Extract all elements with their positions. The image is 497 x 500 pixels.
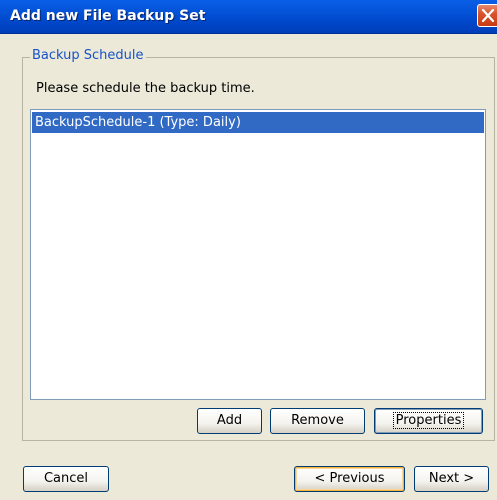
close-button[interactable] bbox=[477, 4, 497, 27]
remove-button[interactable]: Remove bbox=[270, 408, 365, 434]
previous-button[interactable]: < Previous bbox=[294, 466, 405, 492]
next-button-label: Next > bbox=[428, 471, 475, 486]
add-button-label: Add bbox=[216, 413, 243, 428]
properties-button-label: Properties bbox=[392, 412, 465, 429]
previous-button-label: < Previous bbox=[314, 471, 385, 486]
dialog-window: Add new File Backup Set Backup Schedule … bbox=[0, 0, 497, 500]
next-button[interactable]: Next > bbox=[414, 466, 489, 492]
cancel-button-label: Cancel bbox=[43, 471, 89, 486]
add-button[interactable]: Add bbox=[197, 408, 262, 434]
remove-button-label: Remove bbox=[291, 413, 344, 428]
cancel-button[interactable]: Cancel bbox=[23, 466, 109, 492]
schedule-list[interactable]: BackupSchedule-1 (Type: Daily) bbox=[30, 109, 486, 400]
window-title: Add new File Backup Set bbox=[10, 8, 206, 24]
title-bar[interactable]: Add new File Backup Set bbox=[0, 0, 497, 34]
backup-schedule-legend: Backup Schedule bbox=[30, 48, 146, 63]
list-item[interactable]: BackupSchedule-1 (Type: Daily) bbox=[32, 112, 484, 133]
properties-button[interactable]: Properties bbox=[374, 408, 483, 434]
schedule-instruction: Please schedule the backup time. bbox=[36, 81, 255, 96]
